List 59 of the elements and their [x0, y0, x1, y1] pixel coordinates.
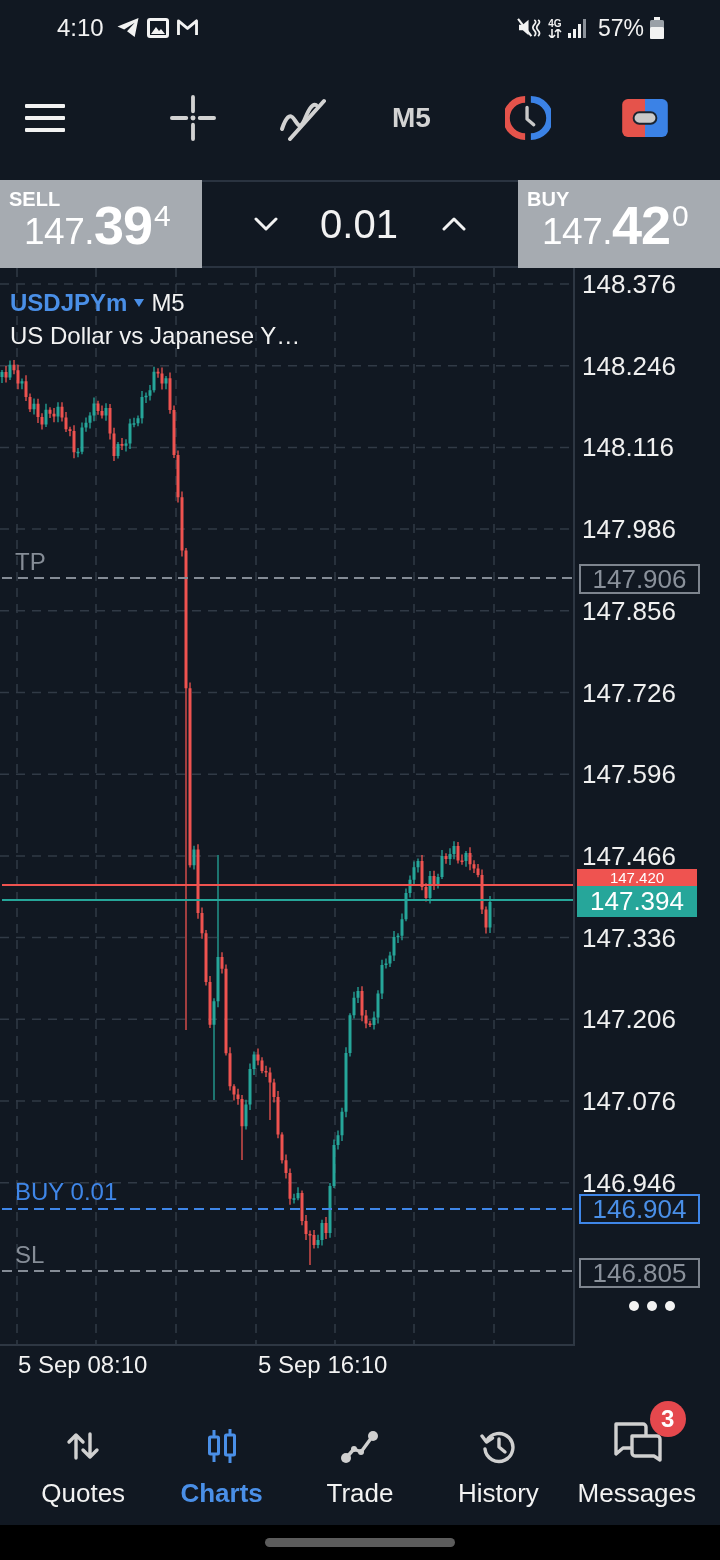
take-profit-tag: 147.906	[579, 564, 700, 594]
battery-icon	[650, 16, 664, 39]
decrease-volume-button[interactable]	[254, 217, 279, 231]
nav-tab[interactable]: History	[429, 1395, 568, 1525]
ask-price-tag: 147.420	[577, 869, 697, 886]
price-axis-label: 148.246	[582, 353, 676, 378]
timeframe-button[interactable]: M5	[392, 100, 431, 135]
symbol-name[interactable]: USDJPYm	[10, 288, 128, 318]
battery-percent: 57%	[597, 13, 644, 42]
more-dots-icon[interactable]	[628, 1300, 676, 1312]
trading-panel-button[interactable]	[621, 98, 668, 137]
nav-tab[interactable]: Trade	[290, 1395, 430, 1525]
price-axis-label: 147.596	[582, 762, 676, 787]
chart-timeframe: M5	[151, 288, 185, 318]
unread-badge: 3	[649, 1401, 686, 1437]
price-axis-label: 147.986	[582, 517, 676, 542]
price-axis-label: 148.116	[582, 435, 675, 460]
time-axis-label: 5 Sep 16:10	[258, 1351, 388, 1379]
caret-down-icon[interactable]	[134, 299, 145, 307]
vibrate-mute-icon	[516, 17, 542, 38]
menu-icon	[25, 103, 65, 132]
menu-button[interactable]	[25, 103, 65, 132]
price-axis-label: 146.946	[582, 1170, 676, 1195]
price-axis-label: 147.466	[582, 843, 676, 868]
clock-ring-icon	[504, 94, 551, 141]
symbol-description: US Dollar vs Japanese Y…	[10, 321, 301, 351]
price-axis-label: 147.856	[582, 598, 676, 623]
stop-loss-tag: 146.805	[579, 1258, 700, 1288]
signal-bars-icon	[567, 17, 586, 38]
nav-tab[interactable]: Charts	[152, 1395, 291, 1525]
nav-tab[interactable]: Quotes	[14, 1395, 153, 1525]
m-letter-icon	[175, 18, 199, 37]
network-type: 4G	[548, 17, 562, 29]
price-axis-label: 147.076	[582, 1089, 676, 1113]
price-axis-label: 148.376	[582, 272, 676, 296]
time-axis-label: 5 Sep 08:10	[18, 1351, 148, 1379]
chevron-down-icon	[254, 217, 279, 231]
take-profit-label: TP	[15, 549, 46, 575]
crosshair-icon	[170, 94, 216, 141]
image-icon	[146, 17, 169, 38]
status-time: 4:10	[57, 13, 104, 42]
clock-button[interactable]	[504, 94, 551, 141]
price-axis-label: 147.726	[582, 680, 676, 705]
price-axis-label: 147.336	[582, 925, 676, 950]
open-position-tag: 146.904	[579, 1194, 700, 1224]
gesture-handle[interactable]	[265, 1538, 455, 1547]
increase-volume-button[interactable]	[441, 217, 466, 231]
volume-field[interactable]: 0.01	[320, 200, 398, 248]
chevron-up-icon	[441, 217, 466, 231]
crosshair-button[interactable]	[170, 94, 216, 141]
data-arrows-icon	[547, 28, 562, 38]
price-axis-label: 147.206	[582, 1007, 676, 1032]
bid-price-tag: 147.394	[577, 886, 697, 917]
paper-plane-icon	[115, 17, 140, 38]
line-chart-icon	[340, 1428, 380, 1464]
stop-loss-label: SL	[15, 1242, 45, 1268]
toggle-icon	[621, 98, 668, 137]
open-position-label: BUY 0.01	[15, 1179, 118, 1205]
nav-tab[interactable]: Messages 3	[567, 1395, 706, 1525]
